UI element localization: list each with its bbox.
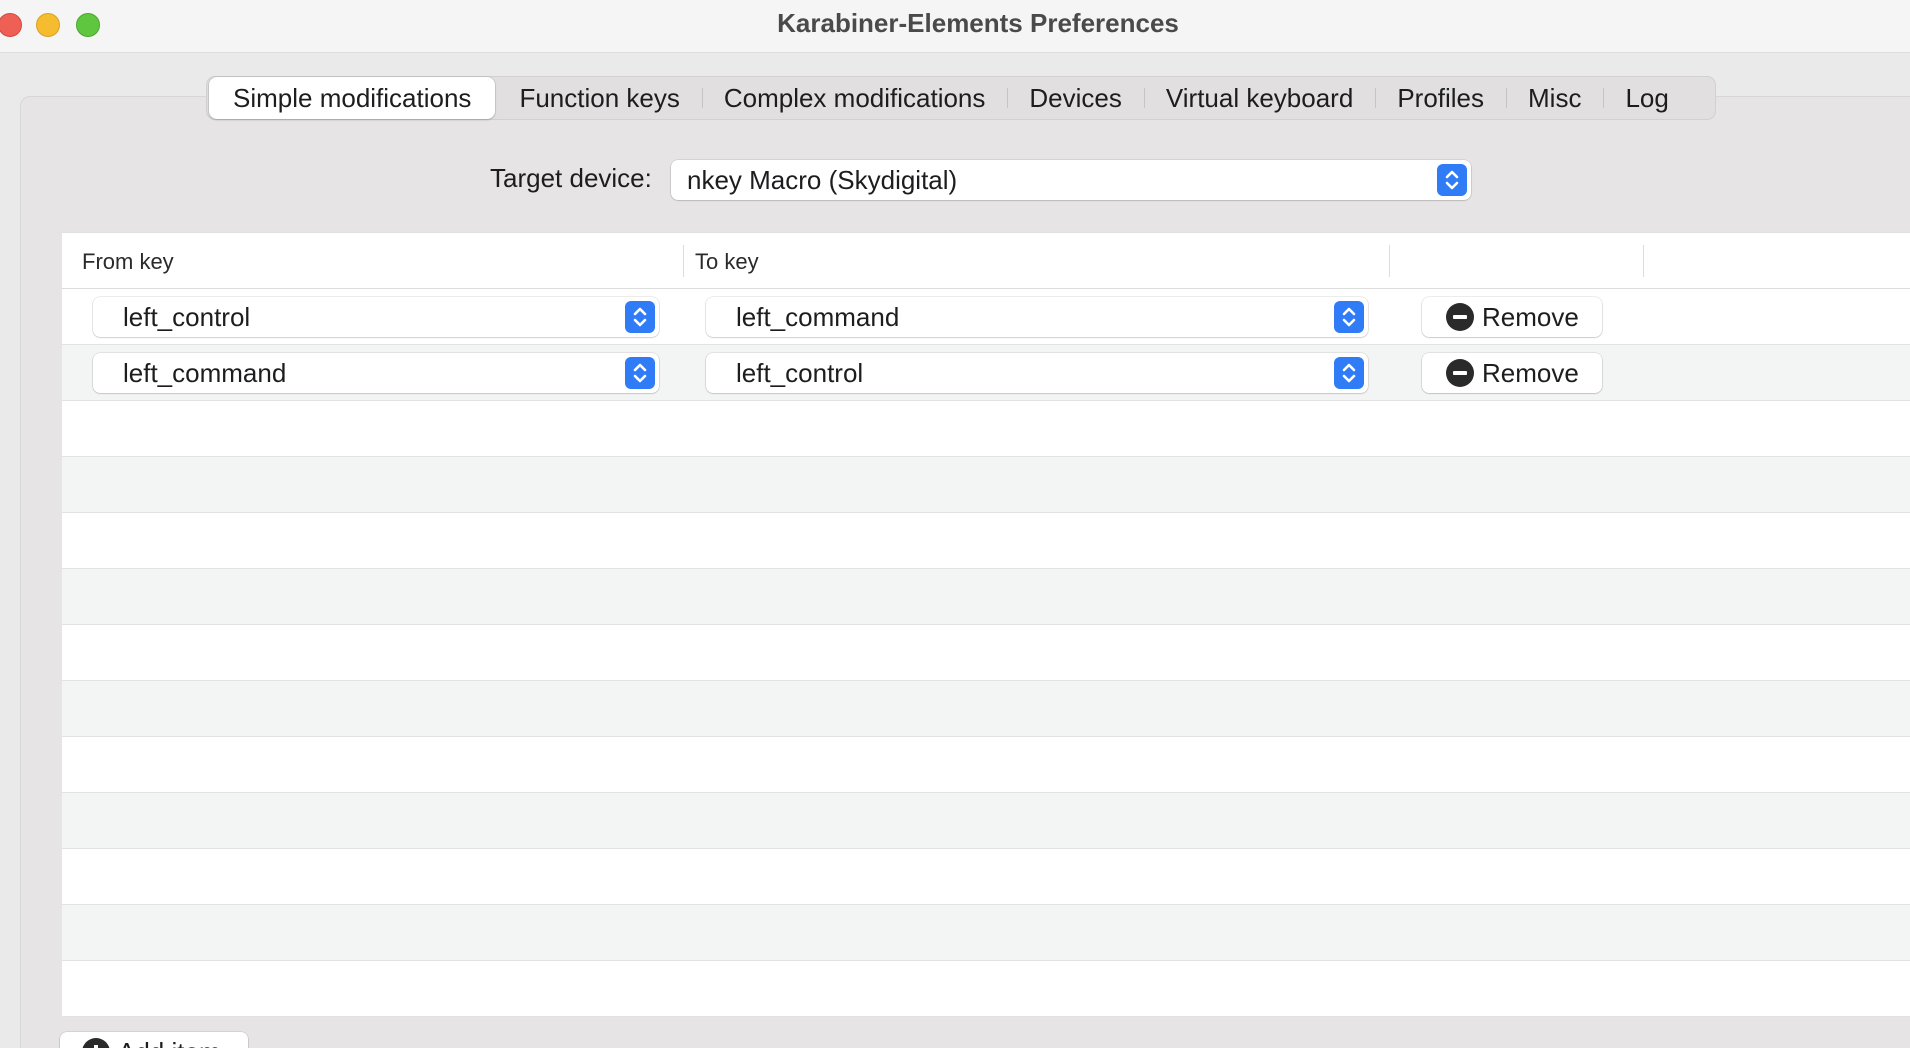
empty-row <box>62 681 1910 737</box>
tab-devices[interactable]: Devices <box>1007 77 1143 119</box>
column-divider <box>1389 245 1390 277</box>
tab-bar: Simple modifications Function keys Compl… <box>206 76 1716 120</box>
to-key-value: left_command <box>736 301 900 332</box>
empty-row <box>62 849 1910 905</box>
column-header-to-key[interactable]: To key <box>695 249 759 275</box>
empty-row <box>62 625 1910 681</box>
chevron-up-down-icon <box>1334 301 1364 333</box>
tab-profiles[interactable]: Profiles <box>1375 77 1506 119</box>
plus-circle-icon <box>82 1038 110 1048</box>
to-key-value: left_control <box>736 357 864 388</box>
from-key-value: left_command <box>123 357 287 388</box>
to-key-select[interactable]: left_command <box>706 297 1368 337</box>
empty-row <box>62 737 1910 793</box>
remove-label: Remove <box>1482 301 1579 332</box>
title-bar: Karabiner-Elements Preferences <box>0 0 1910 53</box>
chevron-up-down-icon <box>1334 357 1364 389</box>
minus-circle-icon <box>1446 359 1474 387</box>
tab-virtual-keyboard[interactable]: Virtual keyboard <box>1143 77 1375 119</box>
remove-button[interactable]: Remove <box>1422 353 1602 393</box>
empty-row <box>62 793 1910 849</box>
from-key-value: left_control <box>123 301 251 332</box>
tab-simple-modifications[interactable]: Simple modifications <box>209 77 496 119</box>
empty-row <box>62 905 1910 961</box>
empty-row <box>62 961 1910 1017</box>
tab-complex-modifications[interactable]: Complex modifications <box>701 77 1008 119</box>
add-item-button[interactable]: Add item <box>60 1032 248 1048</box>
empty-row <box>62 401 1910 457</box>
table-row: left_control left_command Remove <box>62 289 1910 345</box>
table-header: From key To key <box>62 233 1910 289</box>
empty-row <box>62 457 1910 513</box>
column-header-from-key[interactable]: From key <box>82 249 174 275</box>
modifications-table: From key To key left_control left_comman… <box>62 232 1910 1017</box>
tab-misc[interactable]: Misc <box>1506 77 1603 119</box>
chevron-up-down-icon <box>1437 164 1467 196</box>
remove-button[interactable]: Remove <box>1422 297 1602 337</box>
table-row: left_command left_control Remove <box>62 345 1910 401</box>
from-key-select[interactable]: left_control <box>93 297 659 337</box>
from-key-select[interactable]: left_command <box>93 353 659 393</box>
chevron-up-down-icon <box>625 357 655 389</box>
tab-function-keys[interactable]: Function keys <box>497 77 701 119</box>
column-divider <box>1643 245 1644 277</box>
window-title: Karabiner-Elements Preferences <box>777 8 1179 38</box>
column-divider <box>683 245 684 277</box>
minus-circle-icon <box>1446 303 1474 331</box>
to-key-select[interactable]: left_control <box>706 353 1368 393</box>
empty-row <box>62 569 1910 625</box>
target-device-value: nkey Macro (Skydigital) <box>687 164 958 195</box>
target-device-label: Target device: <box>490 163 652 193</box>
empty-row <box>62 513 1910 569</box>
tab-log[interactable]: Log <box>1603 77 1690 119</box>
add-item-label: Add item <box>118 1037 221 1048</box>
chevron-up-down-icon <box>625 301 655 333</box>
remove-label: Remove <box>1482 357 1579 388</box>
target-device-select[interactable]: nkey Macro (Skydigital) <box>671 160 1471 200</box>
